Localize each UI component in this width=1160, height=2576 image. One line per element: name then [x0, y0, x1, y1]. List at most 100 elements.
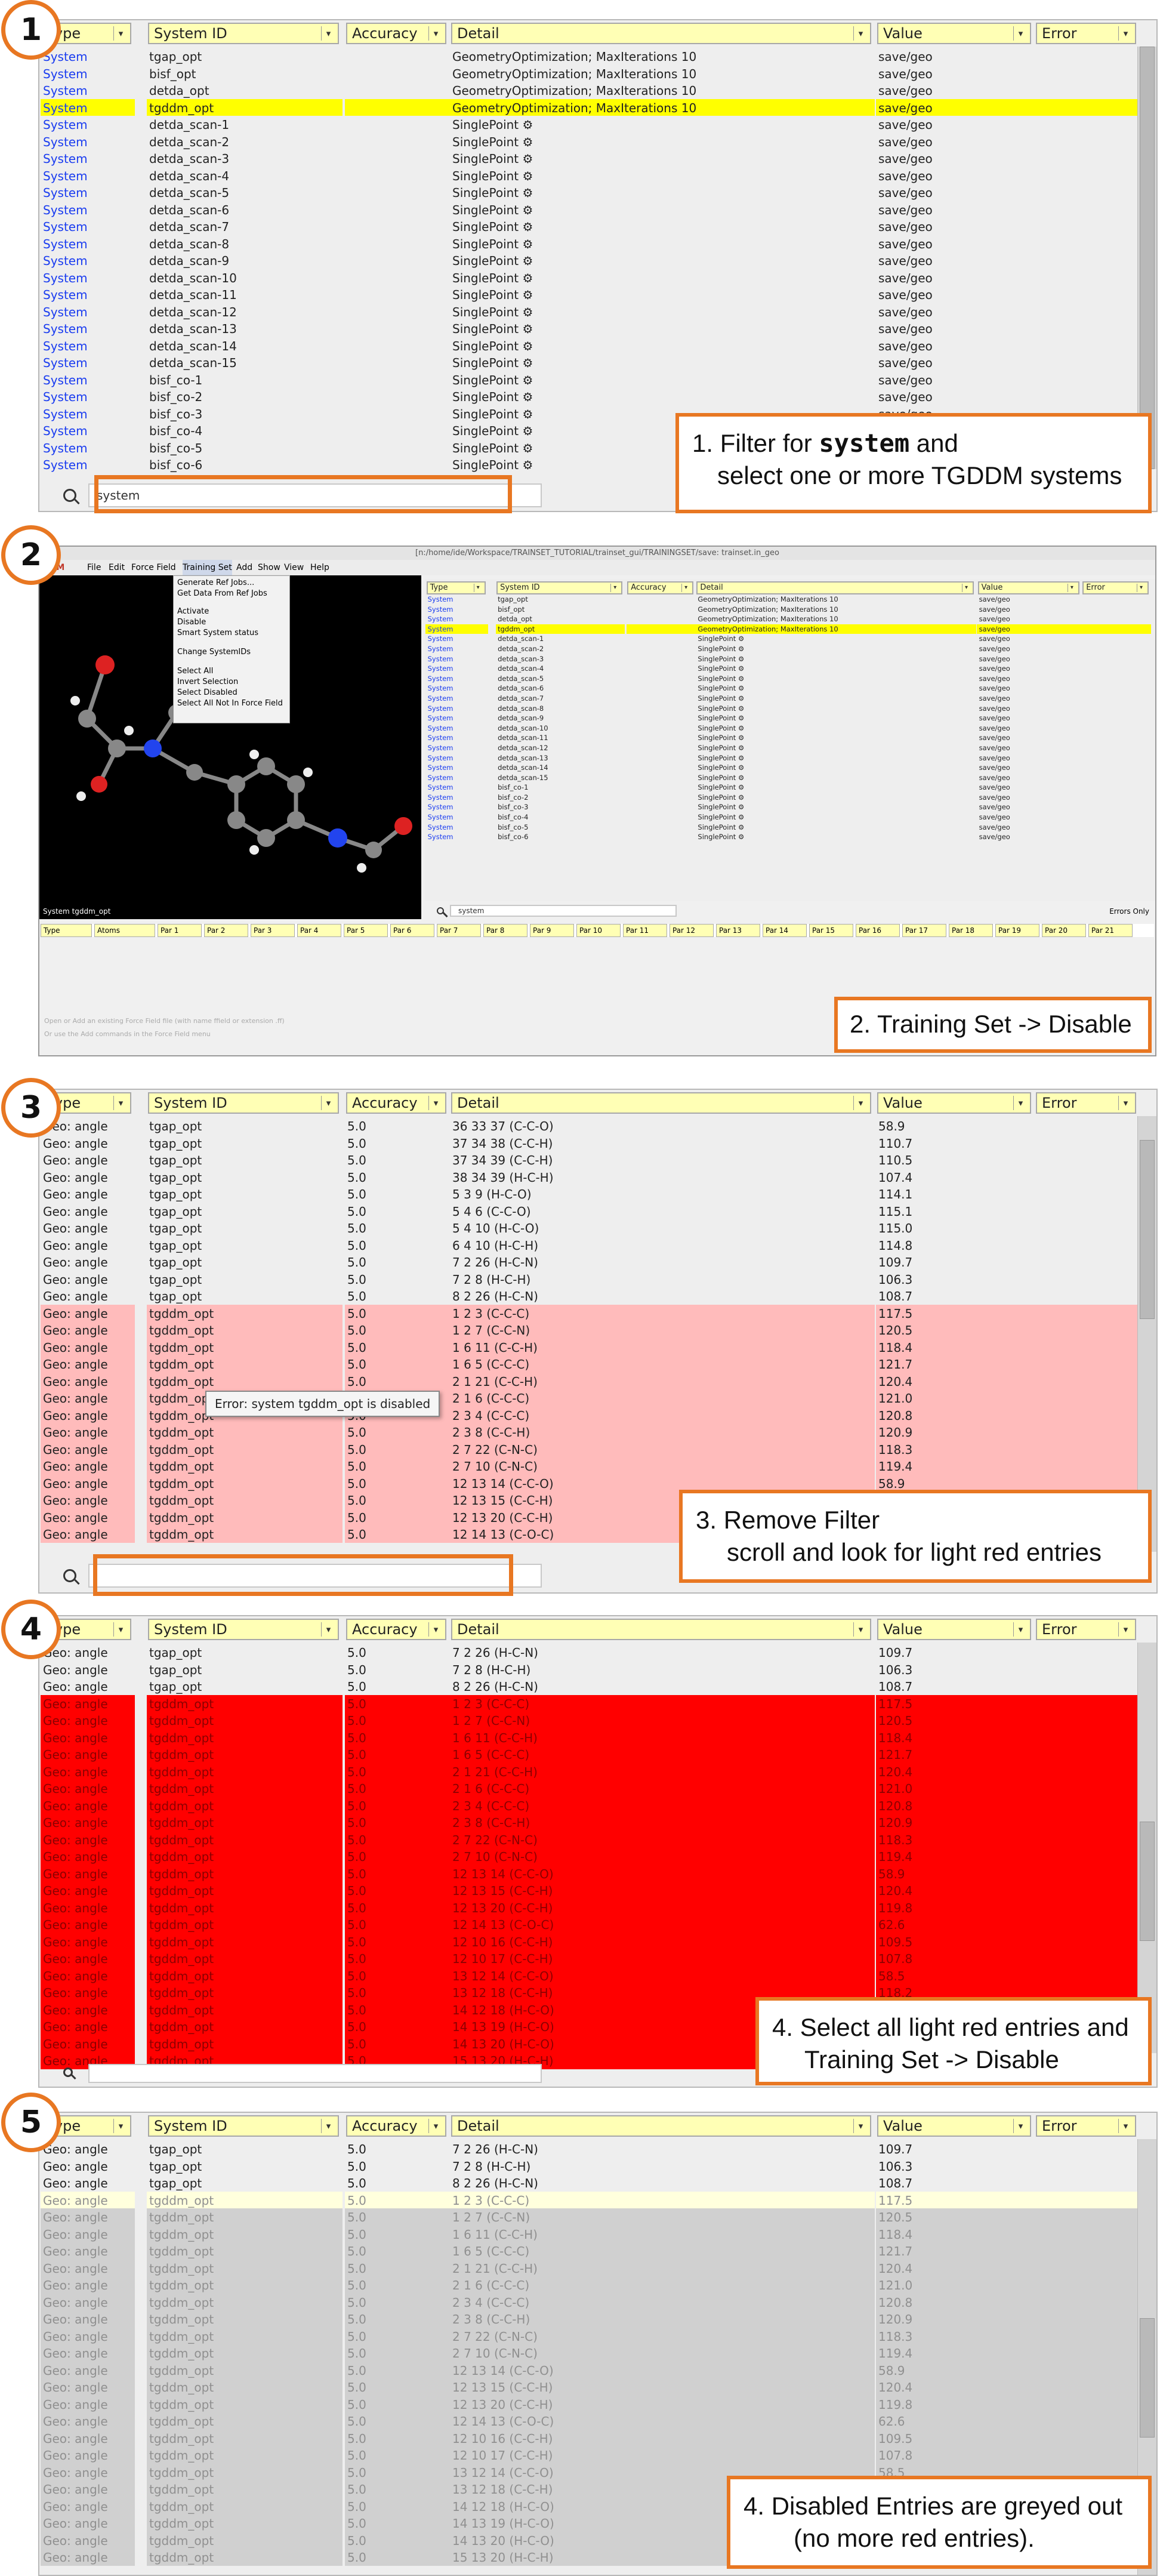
table-row[interactable]: Geo: angletgddm_opt5.02 3 4 (C-C-C)120.8: [39, 2293, 1140, 2310]
table-row[interactable]: Geo: angle tgddm_opt 5.0 12 10 17 (C-C-H) 10…: [39, 2446, 1140, 2464]
menu-item[interactable]: Smart System status: [177, 628, 258, 637]
chevron-down-icon[interactable]: ▾: [1013, 26, 1028, 41]
force-field-column-header[interactable]: Par 19: [995, 924, 1039, 937]
column-detail-header[interactable]: Detail ▾: [451, 23, 871, 44]
column-error-header[interactable]: Error ▾: [1036, 23, 1136, 44]
chevron-down-icon[interactable]: ▾: [681, 584, 690, 592]
table-row[interactable]: Geo: angle tgddm_opt 5.0 1 6 11 (C-C-H) 118.…: [39, 1728, 1140, 1746]
table-row[interactable]: Geo: angle tgap_opt 5.0 7 2 8 (H-C-H) 106.3: [39, 2158, 1136, 2175]
menu-item[interactable]: Select All: [177, 667, 213, 676]
table-row[interactable]: Geo: angle tgap_opt 5.0 37 34 38 (C-C-H) 110…: [39, 1135, 1136, 1152]
table-row[interactable]: Geo: angle tgddm_opt 5.0 12 13 14 (C-C-O) 58…: [39, 1474, 1140, 1492]
table-row[interactable]: Geo: angle tgap_opt 5.0 7 2 26 (H-C-N) 109.7: [39, 1253, 1136, 1271]
table-row[interactable]: System tgap_opt GeometryOptimization; MaxI…: [425, 594, 1146, 605]
force-field-column-header[interactable]: Par 9: [530, 924, 574, 937]
table-row[interactable]: Geo: angle tgap_opt 5.0 7 2 8 (H-C-H) 106.3: [39, 1661, 1136, 1678]
table-row[interactable]: Geo: angle tgddm_opt 5.0 1 2 7 (C-C-N) 120.5: [39, 2208, 1140, 2226]
table-row[interactable]: Geo: angle tgap_opt 5.0 8 2 26 (H-C-N) 108.7: [39, 1678, 1136, 1695]
table-row[interactable]: System detda_scan-12 SinglePoint ⚙ save/geo: [425, 743, 1146, 753]
table-row[interactable]: Geo: angle tgddm_opt 5.0 2 7 22 (C-N-C) 118.…: [39, 2327, 1140, 2344]
column-value-header[interactable]: Value ▾: [877, 2115, 1031, 2137]
table-row[interactable]: Geo: angle tgap_opt 5.0 8 2 26 (H-C-N) 108.7: [39, 1287, 1136, 1305]
menu-item[interactable]: Change SystemIDs: [177, 648, 251, 657]
vertical-scrollbar[interactable]: [1137, 1116, 1156, 1552]
chevron-down-icon[interactable]: ▾: [428, 1622, 443, 1637]
force-field-column-header[interactable]: Par 14: [763, 924, 807, 937]
table-row[interactable]: System detda_scan-4 SinglePoint ⚙ save/geo: [425, 664, 1146, 674]
chevron-down-icon[interactable]: ▾: [1137, 584, 1145, 592]
table-row[interactable]: System detda_scan-3 SinglePoint ⚙ save/geo: [39, 150, 1136, 167]
table-row[interactable]: Geo: angle tgap_opt 5.0 7 2 26 (H-C-N) 109.7: [39, 1644, 1136, 1661]
force-field-column-header[interactable]: Par 6: [390, 924, 434, 937]
table-row[interactable]: Geo: angletgddm_opt5.02 3 4 (C-C-C)120.8: [39, 1406, 1140, 1423]
chevron-down-icon[interactable]: ▾: [321, 2119, 335, 2133]
chevron-down-icon[interactable]: ▾: [113, 1096, 128, 1110]
chevron-down-icon[interactable]: ▾: [853, 26, 868, 41]
table-row[interactable]: Geo: angle tgddm_opt 5.0 1 6 11 (C-C-H) 118.…: [39, 1338, 1140, 1355]
column-system-id-header[interactable]: System ID ▾: [148, 1092, 339, 1114]
force-field-column-header[interactable]: Par 5: [344, 924, 388, 937]
column-accuracy-header[interactable]: Accuracy ▾: [346, 23, 446, 44]
menu-training-set[interactable]: Training Set: [183, 560, 232, 575]
chevron-down-icon[interactable]: ▾: [1013, 1096, 1028, 1110]
table-row[interactable]: System detda_scan-5 SinglePoint ⚙ save/geo: [39, 184, 1136, 201]
table-row[interactable]: System bisf_co-6 SinglePoint ⚙ save/geo: [425, 832, 1146, 842]
column-value-header[interactable]: Value ▾: [977, 581, 1079, 594]
force-field-column-header[interactable]: Par 3: [251, 924, 295, 937]
table-row[interactable]: System detda_scan-9 SinglePoint ⚙ save/geo: [425, 713, 1146, 723]
table-row[interactable]: System bisf_co-3 SinglePoint ⚙ save/geo: [425, 802, 1146, 812]
table-row[interactable]: Geo: angle tgddm_opt 5.0 2 3 8 (C-C-H) 120.9: [39, 1423, 1140, 1441]
chevron-down-icon[interactable]: ▾: [473, 584, 482, 592]
chevron-down-icon[interactable]: ▾: [610, 584, 619, 592]
table-row[interactable]: System detda_scan-2 SinglePoint ⚙ save/geo: [39, 133, 1136, 150]
table-row[interactable]: System detda_scan-4 SinglePoint ⚙ save/geo: [39, 167, 1136, 184]
column-system-id-header[interactable]: System ID ▾: [148, 1619, 339, 1640]
table-row[interactable]: System detda_scan-6 SinglePoint ⚙ save/geo: [39, 201, 1136, 218]
force-field-column-header[interactable]: Par 13: [716, 924, 760, 937]
column-system-id-header[interactable]: System ID ▾: [148, 2115, 339, 2137]
chevron-down-icon[interactable]: ▾: [853, 1096, 868, 1110]
table-row[interactable]: Geo: angletgddm_opt5.02 3 4 (C-C-C)120.8: [39, 1797, 1140, 1814]
chevron-down-icon[interactable]: ▾: [113, 26, 128, 41]
menu-force-field[interactable]: Force Field: [131, 560, 176, 575]
table-row[interactable]: Geo: angle tgap_opt 5.0 7 2 26 (H-C-N) 109.7: [39, 2140, 1136, 2158]
menu-item-disable[interactable]: Disable: [177, 618, 206, 627]
vertical-scrollbar[interactable]: [1137, 47, 1156, 469]
menu-edit[interactable]: Edit: [109, 560, 125, 575]
table-row[interactable]: System bisf_co-2 SinglePoint ⚙ save/geo: [39, 388, 1136, 405]
menu-item[interactable]: Invert Selection: [177, 677, 238, 686]
menu-item[interactable]: Select Disabled: [177, 688, 237, 697]
table-row[interactable]: Geo: angle tgddm_opt 5.0 12 14 13 (C-O-C) 62…: [39, 2412, 1140, 2430]
table-row[interactable]: Geo: angle tgddm_opt 5.0 1 6 5 (C-C-C) 121.7: [39, 2242, 1140, 2260]
chevron-down-icon[interactable]: ▾: [962, 584, 970, 592]
table-row[interactable]: Geo: angle tgddm_opt 5.0 12 13 20 (C-C-H) 11…: [39, 1899, 1140, 1916]
force-field-column-header[interactable]: Par 4: [297, 924, 341, 937]
chevron-down-icon[interactable]: ▾: [853, 2119, 868, 2133]
force-field-column-header[interactable]: Par 12: [670, 924, 714, 937]
table-row[interactable]: System detda_scan-15 SinglePoint ⚙ save/geo: [425, 773, 1146, 783]
table-row[interactable]: Geo: angle tgddm_opt 5.0 1 6 5 (C-C-C) 121.7: [39, 1355, 1140, 1373]
table-row[interactable]: System tgddm_opt GeometryOptimization; Max…: [425, 624, 1152, 634]
force-field-column-header[interactable]: Par 11: [623, 924, 667, 937]
chevron-down-icon[interactable]: ▾: [1118, 1622, 1133, 1637]
chevron-down-icon[interactable]: ▾: [321, 26, 335, 41]
table-row[interactable]: Geo: angle tgap_opt 5.0 37 34 39 (C-C-H) 110…: [39, 1151, 1136, 1169]
column-detail-header[interactable]: Detail ▾: [451, 1092, 871, 1114]
table-row[interactable]: Geo: angle tgddm_opt 5.0 12 13 14 (C-C-O) 58…: [39, 1865, 1140, 1882]
column-value-header[interactable]: Value ▾: [877, 1619, 1031, 1640]
table-row[interactable]: Geo: angle tgddm_opt 5.0 1 6 5 (C-C-C) 121.7: [39, 1746, 1140, 1763]
table-row[interactable]: Geo: angle tgap_opt 5.0 5 3 9 (H-C-O) 114.1: [39, 1185, 1136, 1203]
force-field-column-header[interactable]: Par 8: [483, 924, 527, 937]
chevron-down-icon[interactable]: ▾: [1013, 2119, 1028, 2133]
search-input[interactable]: [88, 2064, 542, 2083]
chevron-down-icon[interactable]: ▾: [113, 2119, 128, 2133]
column-value-header[interactable]: Value ▾: [877, 23, 1031, 44]
errors-only-checkbox[interactable]: Errors Only: [1109, 907, 1149, 916]
table-row[interactable]: Geo: angle tgddm_opt 5.0 1 2 3 (C-C-C) 117.5: [39, 1694, 1140, 1712]
menu-view[interactable]: View: [284, 560, 304, 575]
column-type-header[interactable]: Type ▾: [426, 581, 486, 594]
menu-item[interactable]: Generate Ref Jobs...: [177, 578, 254, 587]
column-error-header[interactable]: Error ▾: [1036, 1619, 1136, 1640]
chevron-down-icon[interactable]: ▾: [428, 26, 443, 41]
table-row[interactable]: Geo: angle tgddm_opt 5.0 12 10 16 (C-C-H) 10…: [39, 2429, 1140, 2446]
